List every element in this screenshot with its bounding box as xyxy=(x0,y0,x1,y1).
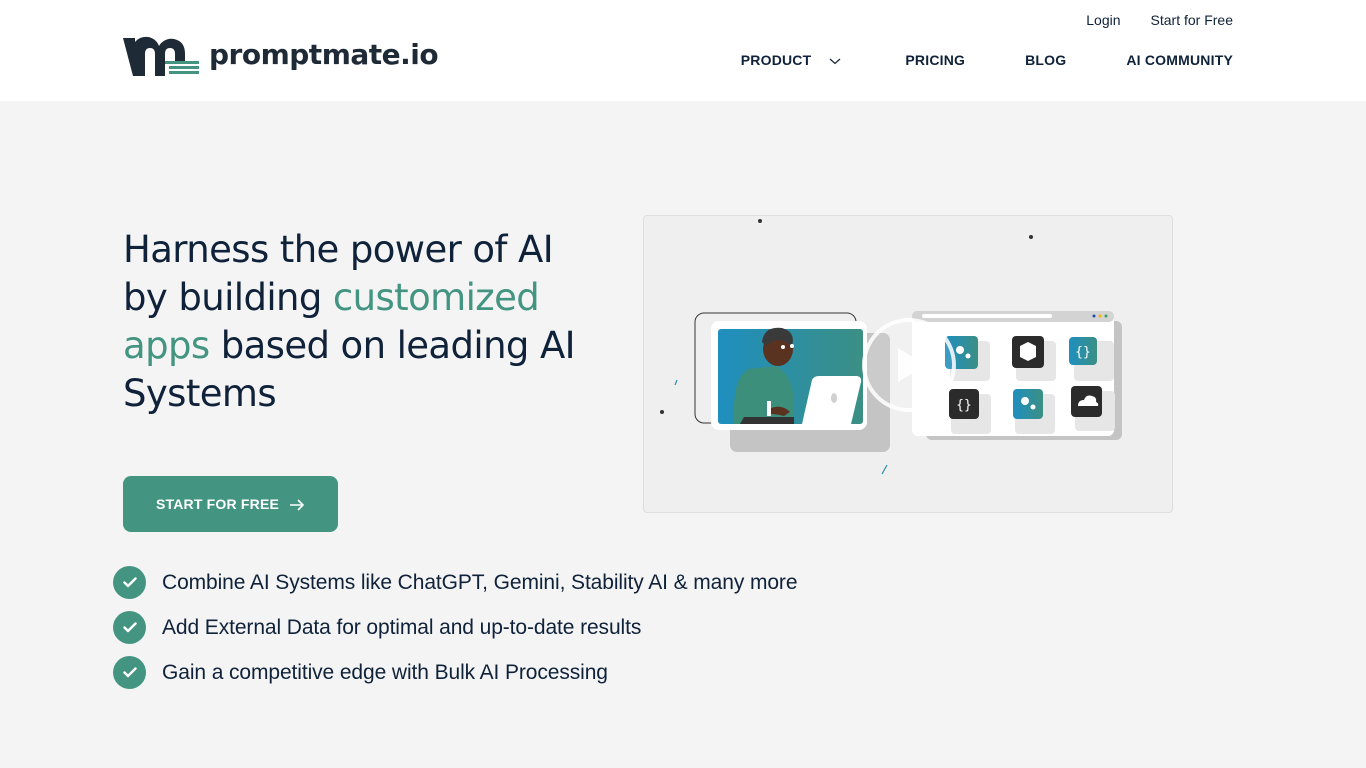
play-button[interactable] xyxy=(862,318,956,412)
feature-item: Gain a competitive edge with Bulk AI Pro… xyxy=(113,650,797,695)
decor-dot xyxy=(1029,235,1033,239)
decor-line xyxy=(674,379,678,386)
decor-line xyxy=(881,464,888,475)
feature-item: Combine AI Systems like ChatGPT, Gemini,… xyxy=(113,560,798,605)
logo-text: promptmate.io xyxy=(209,38,439,71)
nav-product-label: PRODUCT xyxy=(740,52,812,68)
nav-pricing[interactable]: PRICING xyxy=(905,52,965,68)
tile-code-link: {} xyxy=(1069,337,1114,381)
login-link[interactable]: Login xyxy=(1086,12,1120,28)
feature-text: Add External Data for optimal and up-to-… xyxy=(162,615,642,639)
feature-list: Combine AI Systems like ChatGPT, Gemini,… xyxy=(113,560,798,695)
decor-dot xyxy=(758,219,762,223)
site-header: promptmate.io Login Start for Free PRODU… xyxy=(0,0,1366,101)
tile-code-link: {} xyxy=(949,389,991,434)
check-circle-icon xyxy=(113,566,146,599)
nav-product[interactable]: PRODUCT xyxy=(741,52,842,68)
svg-text:{}: {} xyxy=(1075,345,1091,360)
video-player[interactable]: {} {} xyxy=(643,215,1173,513)
check-circle-icon xyxy=(113,611,146,644)
top-links: Login Start for Free xyxy=(1086,12,1233,28)
svg-text:{}: {} xyxy=(956,398,972,413)
feature-text: Gain a competitive edge with Bulk AI Pro… xyxy=(162,660,608,684)
nav-ai-community[interactable]: AI COMMUNITY xyxy=(1126,52,1233,68)
chevron-down-icon xyxy=(829,54,841,66)
nav-blog[interactable]: BLOG xyxy=(1025,52,1066,68)
arrow-right-icon xyxy=(289,498,305,511)
feature-text: Combine AI Systems like ChatGPT, Gemini,… xyxy=(162,570,798,594)
decor-dot xyxy=(660,410,664,414)
tile-box xyxy=(1012,336,1056,381)
main-nav: PRODUCT PRICING BLOG AI COMMUNITY xyxy=(741,52,1233,68)
logo-link[interactable]: promptmate.io xyxy=(123,34,439,76)
feature-item: Add External Data for optimal and up-to-… xyxy=(113,605,797,650)
tile-gears xyxy=(1013,389,1055,434)
start-for-free-label: START FOR FREE xyxy=(155,496,280,512)
hero-title: Harness the power of AI by building cust… xyxy=(123,226,603,418)
start-for-free-button[interactable]: START FOR FREE xyxy=(123,476,338,532)
tile-cloud xyxy=(1071,386,1115,431)
video-illustration: {} {} xyxy=(660,219,1122,475)
logo-icon xyxy=(123,34,201,76)
start-for-free-link[interactable]: Start for Free xyxy=(1151,12,1233,28)
check-circle-icon xyxy=(113,656,146,689)
